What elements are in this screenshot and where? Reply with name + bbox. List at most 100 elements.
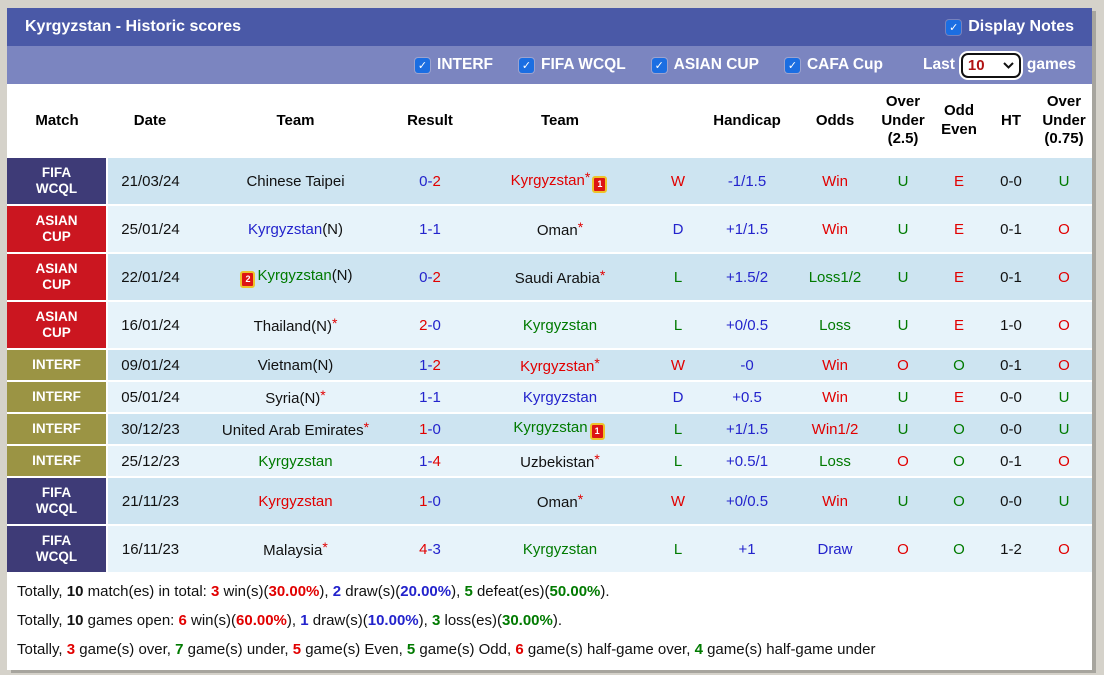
team-name: Vietnam (257, 356, 313, 374)
over-under-075-cell: U (1036, 381, 1092, 414)
away-team-cell: Uzbekistan* (462, 445, 658, 478)
score-cell: 1-1 (398, 205, 462, 254)
filter-label: ASIAN CUP (673, 56, 759, 73)
handicap-cell: +0.5/1 (698, 445, 796, 478)
neutral-venue-suffix: (N) (311, 318, 332, 335)
home-score: 1 (419, 420, 428, 438)
summary-text: ), (319, 583, 333, 600)
summary-text: game(s) over, (75, 641, 176, 658)
away-team-cell: Saudi Arabia* (462, 253, 658, 302)
table-row: INTERF 05/01/24 Syria(N)* 1-1 Kyrgyzstan D +0.… (7, 381, 1092, 414)
ht-score-cell: 1-0 (986, 301, 1036, 350)
column-header-over-under-2-5: Over Under (2.5) (874, 84, 932, 158)
away-team-cell: Kyrgyzstan 1 (462, 413, 658, 446)
competition-filters: ✓ INTERF ✓ FIFA WCQL ✓ ASIAN CUP ✓ CAFA Cup (415, 56, 883, 74)
competition-label: INTERF (32, 421, 81, 437)
date-cell: 30/12/23 (107, 413, 193, 446)
home-team-cell: Thailand(N)* (193, 301, 398, 350)
table-row: INTERF 09/01/24 Vietnam(N) 1-2 Kyrgyzstan* W -… (7, 349, 1092, 382)
over-under-075-cell: O (1036, 253, 1092, 302)
competition-cell: ASIAN CUP (7, 301, 108, 350)
team-star-marker: * (331, 315, 338, 331)
result-letter-cell: L (658, 445, 698, 478)
historic-scores-panel: Kyrgyzstan - Historic scores ✓ Display N… (7, 8, 1092, 670)
filter-label: CAFA Cup (806, 56, 883, 73)
games-count-value: 10 (967, 56, 985, 74)
summary-text: Totally, (17, 583, 67, 600)
team-name: Kyrgyzstan (510, 172, 585, 189)
ht-score-cell: 0-1 (986, 445, 1036, 478)
home-team-cell: Kyrgyzstan (193, 445, 398, 478)
away-team-cell: Kyrgyzstan (462, 525, 658, 574)
team-star-marker: * (594, 451, 600, 467)
handicap-cell: +0.5 (698, 381, 796, 414)
summary-text: 50.00% (549, 583, 601, 600)
competition-cell: ASIAN CUP (7, 253, 108, 302)
asian-cup-checkbox-icon[interactable]: ✓ (651, 57, 667, 73)
ht-score-cell: 0-1 (986, 205, 1036, 254)
handicap-cell: +1/1.5 (698, 413, 796, 446)
display-notes-toggle[interactable]: ✓ Display Notes (946, 18, 1074, 36)
odd-even-cell: O (932, 525, 986, 574)
ht-score-cell: 0-1 (986, 349, 1036, 382)
summary-text: 60.00% (236, 612, 287, 629)
filter-fifa-wcql[interactable]: ✓ FIFA WCQL (519, 56, 626, 74)
ht-score-cell: 0-0 (986, 381, 1036, 414)
result-letter-cell: D (658, 381, 698, 414)
ht-score-cell: 0-1 (986, 253, 1036, 302)
summary-text: game(s) half-game under (702, 641, 876, 658)
table-row: ASIAN CUP 22/01/24 2 Kyrgyzstan(N) 0-2 Saudi … (7, 253, 1092, 302)
date-cell: 22/01/24 (107, 253, 193, 302)
team-name: Syria (265, 390, 300, 407)
score-cell: 1-2 (398, 349, 462, 382)
fifa-wcql-checkbox-icon[interactable]: ✓ (519, 57, 534, 73)
away-score: 2 (432, 268, 441, 286)
table-header-row: Match Date Team Result Team Handicap Odds Over … (7, 84, 1092, 158)
team-name: Oman (536, 222, 578, 239)
interf-checkbox-icon[interactable]: ✓ (415, 57, 431, 73)
summary-text: 1 (300, 612, 309, 629)
odds-cell: Loss1/2 (796, 253, 874, 302)
odd-even-cell: E (932, 205, 986, 254)
over-under-25-cell: O (874, 525, 932, 574)
home-score: 2 (419, 316, 428, 334)
over-under-25-cell: U (874, 413, 932, 446)
filter-cafa-cup[interactable]: ✓ CAFA Cup (784, 56, 883, 74)
team-name: Kyrgyzstan (520, 358, 595, 375)
table-row: FIFA WCQL 21/11/23 Kyrgyzstan 1-0 Oman* W +0/0… (7, 477, 1092, 526)
odds-cell: Win (796, 477, 874, 526)
date-cell: 21/11/23 (107, 477, 193, 526)
home-team-cell: Syria(N)* (193, 381, 398, 414)
team-star-marker: * (577, 219, 584, 235)
filter-interf[interactable]: ✓ INTERF (415, 56, 493, 74)
competition-label: FIFA WCQL (35, 165, 78, 196)
result-letter-cell: L (658, 413, 698, 446)
competition-label: ASIAN CUP (35, 261, 78, 292)
competition-label: ASIAN CUP (35, 213, 78, 244)
filter-asian-cup[interactable]: ✓ ASIAN CUP (651, 56, 759, 74)
display-notes-label: Display Notes (968, 18, 1074, 35)
result-letter-cell: L (658, 253, 698, 302)
ht-score-cell: 0-0 (986, 158, 1036, 206)
summary-text: Totally, (17, 612, 67, 629)
odd-even-cell: O (932, 477, 986, 526)
table-row: FIFA WCQL 16/11/23 Malaysia* 4-3 Kyrgyzstan L… (7, 525, 1092, 574)
away-score: 4 (432, 452, 441, 470)
team-name: Saudi Arabia (514, 270, 600, 287)
home-score: 1 (419, 492, 428, 510)
score-cell: 0-2 (398, 253, 462, 302)
summary-text: ), (451, 583, 465, 600)
games-count-select[interactable]: 10 (960, 52, 1021, 78)
away-score: 2 (432, 356, 441, 374)
over-under-25-cell: U (874, 301, 932, 350)
summary-text: ). (600, 583, 610, 600)
date-cell: 21/03/24 (107, 158, 193, 206)
team-name: Kyrgyzstan (522, 388, 598, 406)
display-notes-checkbox-icon[interactable]: ✓ (946, 19, 962, 35)
summary-text: 10 (66, 583, 84, 600)
cafa-cup-checkbox-icon[interactable]: ✓ (784, 57, 800, 73)
summary-text: game(s) Odd, (415, 641, 516, 658)
away-team-cell: Kyrgyzstan* (462, 349, 658, 382)
summary-text: 10 (66, 612, 84, 629)
summary-text: defeat(es)( (472, 583, 550, 600)
